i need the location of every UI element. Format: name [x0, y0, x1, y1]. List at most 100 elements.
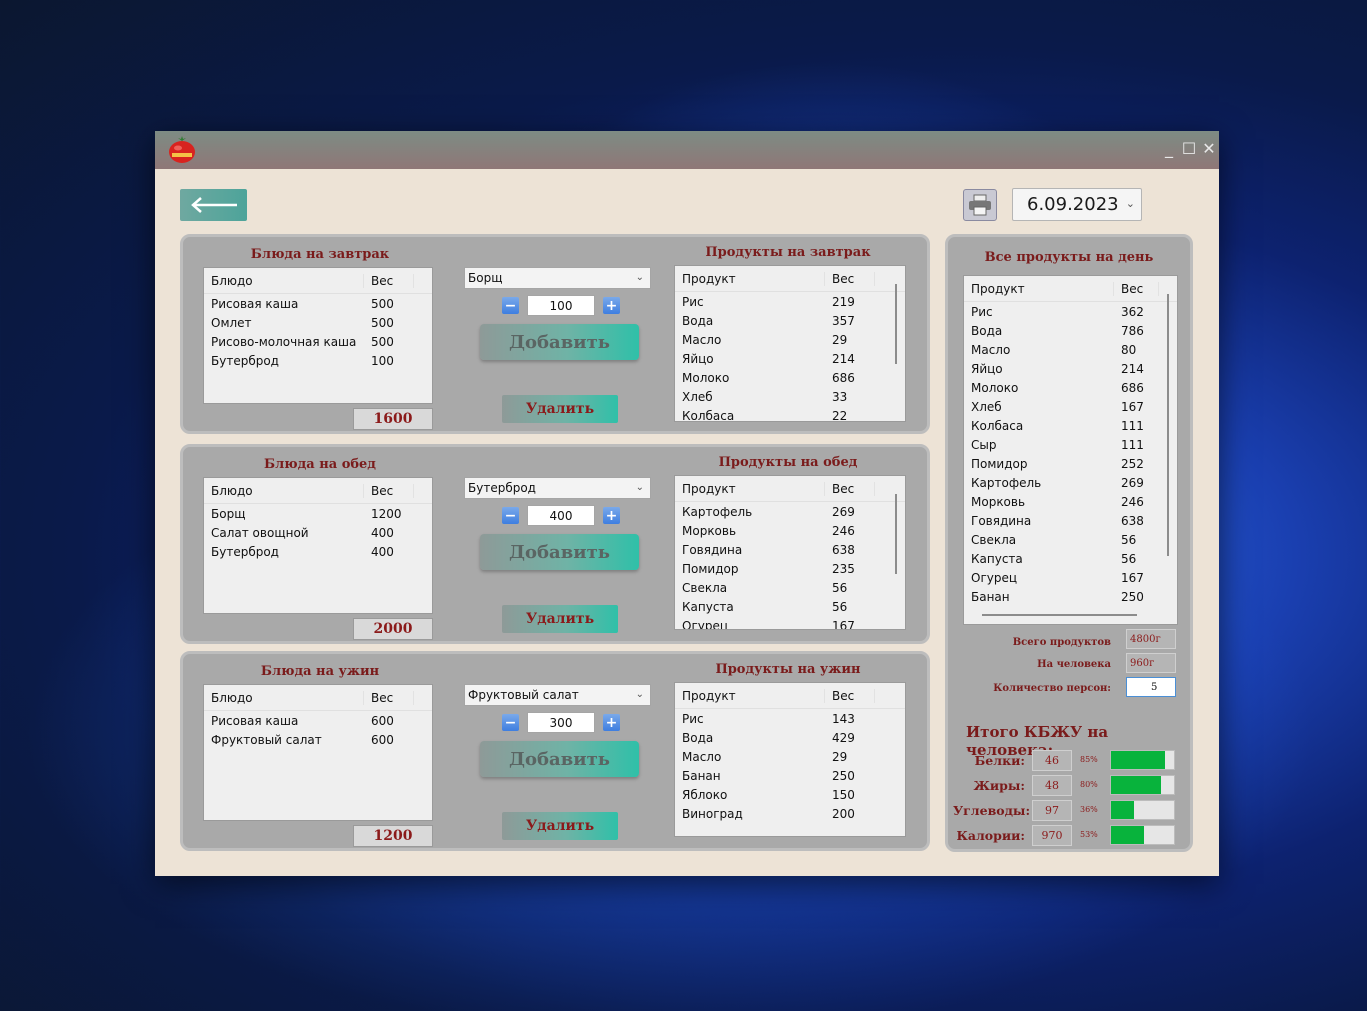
- increment-button[interactable]: +: [603, 714, 620, 731]
- column-header-product[interactable]: Продукт: [675, 271, 825, 286]
- column-header-dish[interactable]: Блюдо: [204, 483, 364, 498]
- add-button[interactable]: Добавить: [480, 534, 639, 570]
- persons-count-input[interactable]: 5: [1126, 677, 1176, 697]
- list-item[interactable]: Картофель 269: [964, 473, 1177, 492]
- column-header-weight[interactable]: Вес: [364, 273, 414, 288]
- list-item[interactable]: Рисовая каша 500: [204, 294, 432, 313]
- list-item[interactable]: Морковь 246: [675, 521, 905, 540]
- product-weight: 686: [832, 370, 855, 385]
- vertical-scrollbar[interactable]: [895, 494, 897, 574]
- list-item[interactable]: Молоко 686: [675, 368, 905, 387]
- title-bar[interactable]: _ ☐ ✕: [155, 131, 1219, 169]
- dishes-list[interactable]: Блюдо Вес Рисовая каша 500 Омлет 500 Рис…: [203, 267, 433, 404]
- vertical-scrollbar[interactable]: [1167, 294, 1169, 556]
- product-name: Виноград: [682, 806, 743, 821]
- increment-button[interactable]: +: [603, 507, 620, 524]
- list-item[interactable]: Салат овощной 400: [204, 523, 432, 542]
- list-item[interactable]: Хлеб 33: [675, 387, 905, 406]
- list-item[interactable]: Вода 429: [675, 728, 905, 747]
- add-button[interactable]: Добавить: [480, 741, 639, 777]
- list-item[interactable]: Бутерброд 400: [204, 542, 432, 561]
- minimize-button[interactable]: _: [1159, 139, 1179, 158]
- list-item[interactable]: Вода 357: [675, 311, 905, 330]
- products-list[interactable]: Продукт Вес Рис 219 Вода 357 Масло 29 Яй…: [674, 265, 906, 422]
- list-item[interactable]: Капуста 56: [964, 549, 1177, 568]
- column-header-product[interactable]: Продукт: [675, 481, 825, 496]
- horizontal-scrollbar[interactable]: [982, 614, 1137, 616]
- list-item[interactable]: Помидор 252: [964, 454, 1177, 473]
- quantity-input[interactable]: 100: [527, 295, 595, 316]
- list-item[interactable]: Виноград 200: [675, 804, 905, 823]
- delete-button[interactable]: Удалить: [502, 395, 618, 423]
- product-weight: 56: [1121, 532, 1137, 547]
- list-item[interactable]: Хлеб 167: [964, 397, 1177, 416]
- add-button[interactable]: Добавить: [480, 324, 639, 360]
- list-item[interactable]: Яйцо 214: [675, 349, 905, 368]
- dishes-list[interactable]: Блюдо Вес Рисовая каша 600 Фруктовый сал…: [203, 684, 433, 821]
- dish-select[interactable]: Борщ ⌄: [464, 267, 651, 289]
- column-header-weight[interactable]: Вес: [825, 481, 875, 496]
- increment-button[interactable]: +: [603, 297, 620, 314]
- column-header-dish[interactable]: Блюдо: [204, 690, 364, 705]
- day-products-list[interactable]: Продукт Вес Рис 362 Вода 786 Масло 80 Яйцо …: [963, 275, 1178, 625]
- list-item[interactable]: Картофель 269: [675, 502, 905, 521]
- list-item[interactable]: Свекла 56: [964, 530, 1177, 549]
- list-item[interactable]: Вода 786: [964, 321, 1177, 340]
- delete-button[interactable]: Удалить: [502, 605, 618, 633]
- column-header-weight[interactable]: Вес: [825, 688, 875, 703]
- dish-select[interactable]: Бутерброд ⌄: [464, 477, 651, 499]
- column-header-weight[interactable]: Вес: [1114, 281, 1159, 296]
- column-header-weight[interactable]: Вес: [364, 483, 414, 498]
- decrement-button[interactable]: −: [502, 507, 519, 524]
- list-item[interactable]: Фруктовый салат 600: [204, 730, 432, 749]
- quantity-input[interactable]: 300: [527, 712, 595, 733]
- list-item[interactable]: Рис 143: [675, 709, 905, 728]
- products-list[interactable]: Продукт Вес Рис 143 Вода 429 Масло 29 Ба…: [674, 682, 906, 837]
- list-item[interactable]: Банан 250: [964, 587, 1177, 606]
- list-item[interactable]: Говядина 638: [964, 511, 1177, 530]
- list-item[interactable]: Колбаса 111: [964, 416, 1177, 435]
- list-item[interactable]: Яблоко 150: [675, 785, 905, 804]
- decrement-button[interactable]: −: [502, 297, 519, 314]
- quantity-input[interactable]: 400: [527, 505, 595, 526]
- list-item[interactable]: Сыр 111: [964, 435, 1177, 454]
- list-item[interactable]: Рисово-молочная каша 500: [204, 332, 432, 351]
- list-item[interactable]: Помидор 235: [675, 559, 905, 578]
- list-item[interactable]: Бутерброд 100: [204, 351, 432, 370]
- column-header-dish[interactable]: Блюдо: [204, 273, 364, 288]
- list-item[interactable]: Рисовая каша 600: [204, 711, 432, 730]
- list-item[interactable]: Колбаса 22: [675, 406, 905, 422]
- list-item[interactable]: Капуста 56: [675, 597, 905, 616]
- list-item[interactable]: Огурец 167: [675, 616, 905, 630]
- column-header-weight[interactable]: Вес: [364, 690, 414, 705]
- products-list[interactable]: Продукт Вес Картофель 269 Морковь 246 Го…: [674, 475, 906, 630]
- list-item[interactable]: Морковь 246: [964, 492, 1177, 511]
- list-item[interactable]: Масло 29: [675, 330, 905, 349]
- column-header-product[interactable]: Продукт: [964, 281, 1114, 296]
- back-button[interactable]: [180, 189, 247, 221]
- vertical-scrollbar[interactable]: [895, 284, 897, 364]
- maximize-button[interactable]: ☐: [1179, 139, 1199, 158]
- dish-select[interactable]: Фруктовый салат ⌄: [464, 684, 651, 706]
- list-item[interactable]: Рис 362: [964, 302, 1177, 321]
- list-item[interactable]: Масло 80: [964, 340, 1177, 359]
- list-item[interactable]: Банан 250: [675, 766, 905, 785]
- product-weight: 150: [832, 787, 855, 802]
- list-item[interactable]: Свекла 56: [675, 578, 905, 597]
- list-item[interactable]: Борщ 1200: [204, 504, 432, 523]
- decrement-button[interactable]: −: [502, 714, 519, 731]
- list-item[interactable]: Рис 219: [675, 292, 905, 311]
- date-picker[interactable]: 6.09.2023 ⌄: [1012, 188, 1142, 221]
- list-item[interactable]: Огурец 167: [964, 568, 1177, 587]
- delete-button[interactable]: Удалить: [502, 812, 618, 840]
- list-item[interactable]: Яйцо 214: [964, 359, 1177, 378]
- list-item[interactable]: Говядина 638: [675, 540, 905, 559]
- list-item[interactable]: Масло 29: [675, 747, 905, 766]
- list-item[interactable]: Молоко 686: [964, 378, 1177, 397]
- print-button[interactable]: [963, 189, 997, 221]
- dishes-list[interactable]: Блюдо Вес Борщ 1200 Салат овощной 400 Бу…: [203, 477, 433, 614]
- list-item[interactable]: Омлет 500: [204, 313, 432, 332]
- column-header-product[interactable]: Продукт: [675, 688, 825, 703]
- close-button[interactable]: ✕: [1199, 139, 1219, 158]
- column-header-weight[interactable]: Вес: [825, 271, 875, 286]
